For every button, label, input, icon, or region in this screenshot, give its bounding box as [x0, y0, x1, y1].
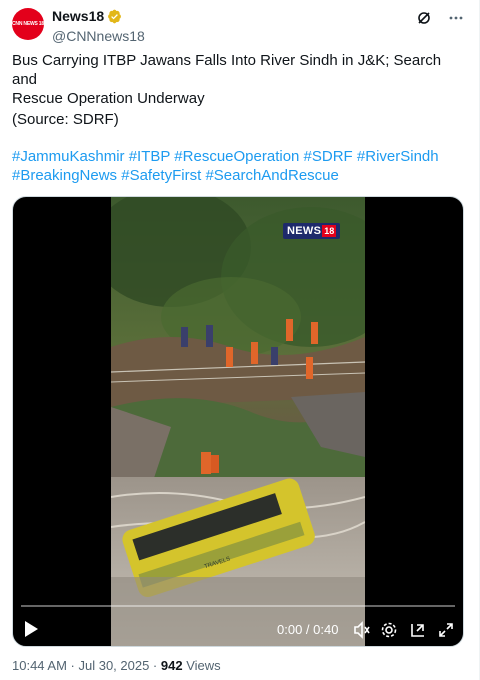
duration: 0:40 — [313, 622, 339, 637]
handle[interactable]: @CNNnews18 — [52, 28, 145, 44]
verified-badge-icon — [108, 9, 122, 23]
watermark-number: 18 — [322, 225, 337, 237]
grok-icon[interactable] — [415, 9, 433, 27]
hashtag-link[interactable]: #RiverSindh — [357, 148, 439, 165]
video-controls: 0:00 / 0:40 — [13, 598, 463, 646]
video-scene-image: TRAVELS — [111, 197, 365, 646]
progress-bar[interactable] — [21, 605, 455, 607]
play-icon[interactable] — [23, 620, 39, 638]
mute-icon[interactable] — [353, 621, 371, 639]
video-frame[interactable]: TRAVELS NEWS 18 — [111, 197, 365, 646]
author-info: News18 @CNNnews18 — [52, 7, 145, 44]
views-count: 942 — [160, 658, 183, 673]
hashtag-link[interactable]: #RescueOperation — [174, 148, 299, 165]
avatar[interactable]: CNN NEWS 18 — [12, 8, 44, 40]
current-time: 0:00 — [277, 622, 303, 637]
hashtag-link[interactable]: #JammuKashmir — [12, 148, 125, 165]
hashtag-link[interactable]: #SafetyFirst — [121, 167, 201, 184]
news18-watermark: NEWS 18 — [283, 221, 341, 239]
watermark-brand: NEWS — [287, 225, 322, 237]
post-text: Bus Carrying ITBP Jawans Falls Into Rive… — [12, 51, 462, 108]
post-text-line1: Bus Carrying ITBP Jawans Falls Into Rive… — [12, 52, 442, 88]
fullscreen-icon[interactable] — [437, 621, 455, 639]
post-meta: 10:44 AM · Jul 30, 2025 · 942 Views — [12, 658, 221, 673]
post-source: (Source: SDRF) — [12, 111, 119, 128]
hashtags: #JammuKashmir #ITBP #RescueOperation #SD… — [12, 147, 462, 185]
time-readout: 0:00 / 0:40 — [277, 622, 338, 637]
post: CNN NEWS 18 News18 @CNNnews18 Bus Carryi… — [0, 0, 480, 680]
video-player[interactable]: TRAVELS NEWS 18 0:00 / 0:40 — [12, 196, 464, 647]
top-actions — [415, 9, 465, 27]
avatar-logo-text: CNN NEWS 18 — [12, 20, 44, 27]
settings-icon[interactable] — [380, 621, 398, 639]
more-options-icon[interactable] — [447, 9, 465, 27]
display-name-text: News18 — [52, 8, 105, 24]
post-text-line2: Rescue Operation Underway — [12, 90, 205, 107]
picture-in-picture-icon[interactable] — [409, 621, 427, 639]
hashtag-link[interactable]: #BreakingNews — [12, 167, 117, 184]
hashtag-link[interactable]: #ITBP — [129, 148, 170, 165]
views-label: Views — [182, 658, 221, 673]
display-name[interactable]: News18 — [52, 7, 122, 25]
hashtag-link[interactable]: #SearchAndRescue — [205, 167, 338, 184]
hashtag-link[interactable]: #SDRF — [304, 148, 353, 165]
time-separator: / — [302, 622, 314, 637]
timestamp[interactable]: 10:44 AM · Jul 30, 2025 · — [12, 658, 161, 673]
